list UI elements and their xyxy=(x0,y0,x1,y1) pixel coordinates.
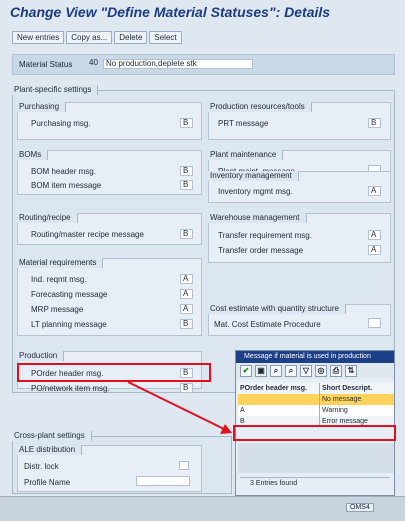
confirm-icon[interactable]: ✔ xyxy=(240,365,252,377)
status-bar: OMS4 xyxy=(0,496,405,521)
table-row[interactable]: A Warning xyxy=(238,405,394,416)
row-desc: Warning xyxy=(322,407,348,414)
find-next-icon[interactable]: ⌕ xyxy=(285,365,297,377)
error-row-highlight-box xyxy=(233,425,396,441)
popup-empty-area xyxy=(238,443,394,473)
sort-icon[interactable]: ⇅ xyxy=(345,365,357,377)
popup-footer: 3 Entries found xyxy=(240,477,390,489)
table-row[interactable]: No message xyxy=(238,394,394,405)
info-icon[interactable]: ◎ xyxy=(315,365,327,377)
table-header: POrder header msg. Short Descript. xyxy=(238,383,394,394)
transaction-code: OMS4 xyxy=(346,503,374,512)
row-code: A xyxy=(238,405,320,416)
filter-icon[interactable]: ▽ xyxy=(300,365,312,377)
popup-title: Message if material is used in productio… xyxy=(236,351,394,363)
value-help-popup: Message if material is used in productio… xyxy=(233,350,396,496)
print-icon[interactable]: ⎙ xyxy=(330,365,342,377)
popup-toolbar: ✔ ▣ ⌕ ⌕ ▽ ◎ ⎙ ⇅ xyxy=(236,363,394,379)
row-desc: No message xyxy=(322,396,362,403)
column-header-code: POrder header msg. xyxy=(238,383,320,394)
column-header-desc: Short Descript. xyxy=(322,385,373,392)
popup-table: POrder header msg. Short Descript. No me… xyxy=(238,383,394,427)
row-code xyxy=(238,394,320,405)
find-icon[interactable]: ⌕ xyxy=(270,365,282,377)
settings-icon[interactable]: ▣ xyxy=(255,365,267,377)
